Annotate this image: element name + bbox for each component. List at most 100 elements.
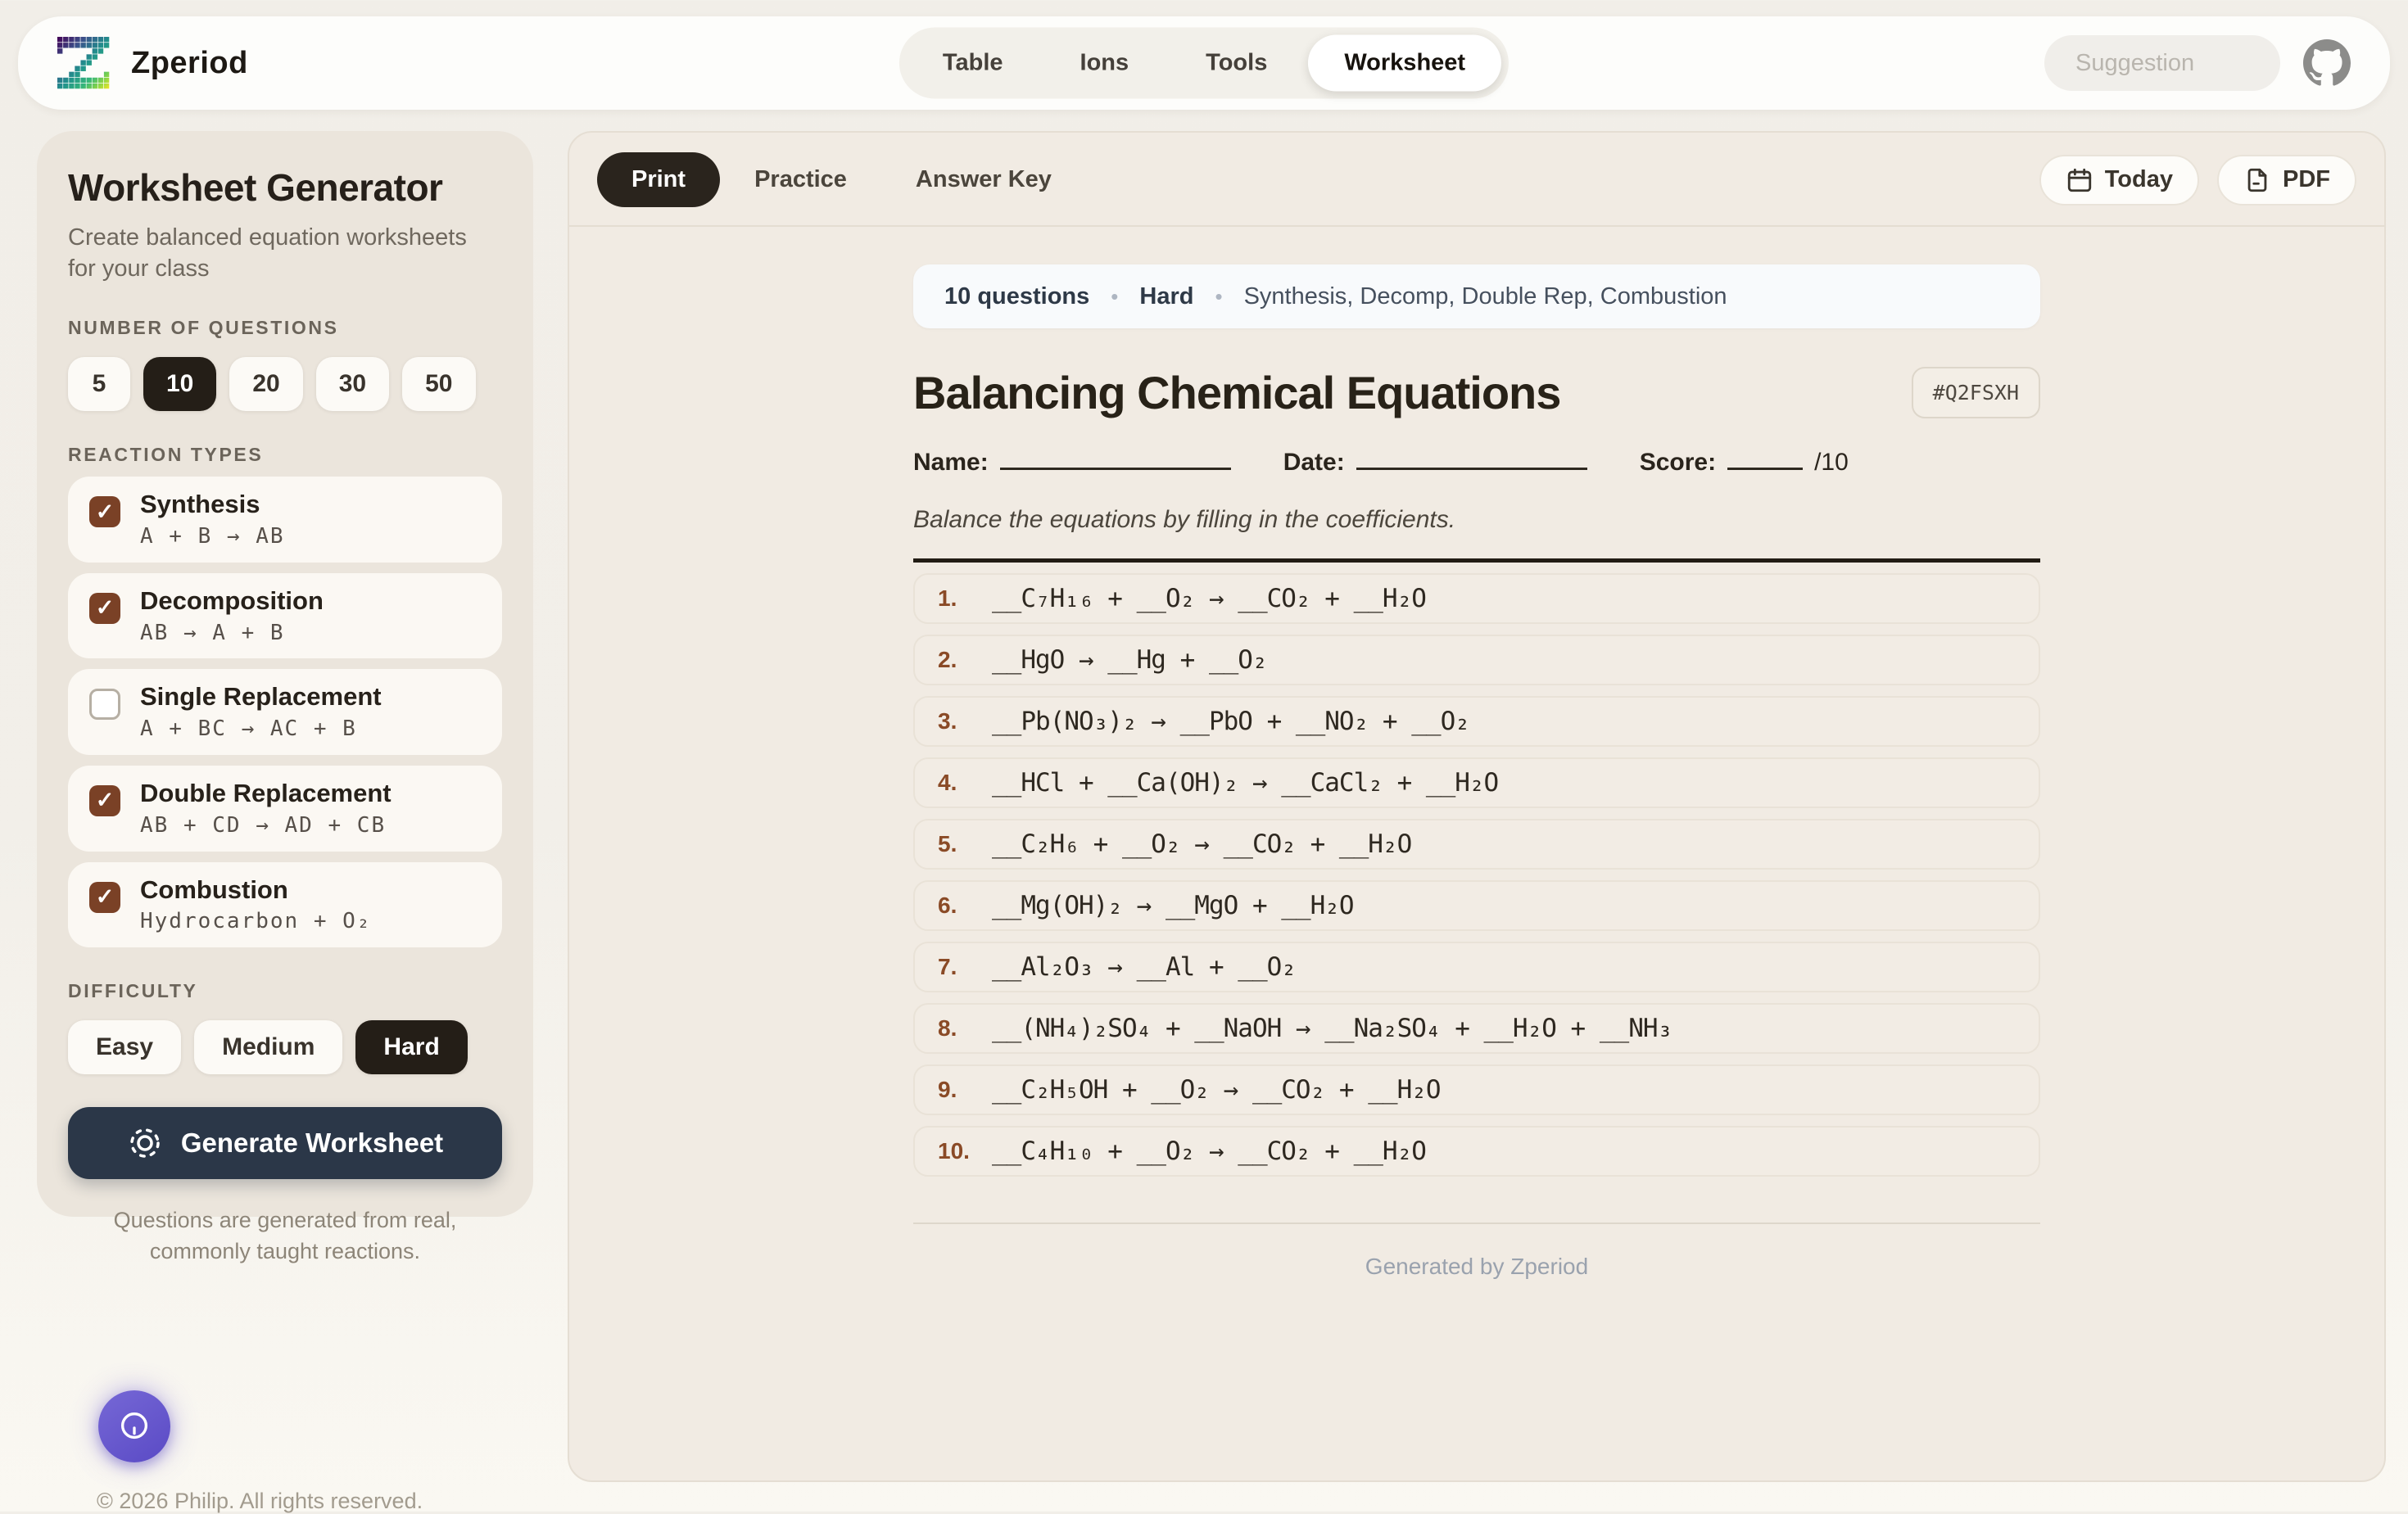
checkbox-checked-icon[interactable]: ✓ [89,496,120,527]
reaction-formula: AB + CD → AD + CB [140,814,392,838]
summary-question-count: 10 questions [944,283,1089,310]
reaction-name: Synthesis [140,490,285,519]
equation-text: __Pb(NO₃)₂ → __PbO + __NO₂ + __O₂ [992,707,1469,736]
question-count-10[interactable]: 10 [143,357,216,411]
equation-row: 8. __(NH₄)₂SO₄ + __NaOH → __Na₂SO₄ + __H… [913,1003,2040,1054]
name-blank-line [1000,445,1231,470]
reaction-formula: AB → A + B [140,621,324,646]
checkbox-checked-icon[interactable]: ✓ [89,785,120,816]
questions-section-label: NUMBER OF QUESTIONS [68,317,502,339]
copyright-text: © 2026 Philip. All rights reserved. [97,1489,423,1514]
suggestion-input[interactable] [2044,35,2280,91]
sidebar-note: Questions are generated from real, commo… [68,1205,502,1268]
worksheet-sheet: 10 questions • Hard • Synthesis, Decomp,… [913,264,2040,1280]
checkbox-unchecked-icon[interactable] [89,689,120,720]
question-count-30[interactable]: 30 [316,357,389,411]
date-blank-line [1356,445,1587,470]
reaction-type-combustion[interactable]: ✓ Combustion Hydrocarbon + O₂ [68,862,502,948]
equation-number: 3. [938,708,992,734]
reaction-name: Decomposition [140,586,324,616]
equation-row: 4. __HCl + __Ca(OH)₂ → __CaCl₂ + __H₂O [913,757,2040,808]
equation-row: 2. __HgO → __Hg + __O₂ [913,635,2040,685]
equation-row: 1. __C₇H₁₆ + __O₂ → __CO₂ + __H₂O [913,573,2040,624]
generate-worksheet-label: Generate Worksheet [181,1128,443,1159]
difficulty-medium[interactable]: Medium [194,1020,342,1074]
github-link[interactable] [2303,39,2351,87]
checkbox-checked-icon[interactable]: ✓ [89,882,120,913]
equation-number: 4. [938,770,992,796]
panel-actions: Today PDF [2039,155,2356,206]
nav-tab-table[interactable]: Table [907,35,1039,92]
reaction-name: Combustion [140,875,371,905]
equation-row: 6. __Mg(OH)₂ → __MgO + __H₂O [913,880,2040,931]
equation-text: __C₂H₅OH + __O₂ → __CO₂ + __H₂O [992,1075,1441,1105]
score-blank-line [1727,445,1803,470]
info-floating-button[interactable] [98,1390,170,1462]
name-label: Name: [913,449,989,477]
generate-worksheet-button[interactable]: Generate Worksheet [68,1107,502,1179]
reaction-type-single-replacement[interactable]: Single Replacement A + BC → AC + B [68,669,502,755]
tab-practice[interactable]: Practice [720,152,881,207]
equation-row: 3. __Pb(NO₃)₂ → __PbO + __NO₂ + __O₂ [913,696,2040,747]
reaction-formula: A + B → AB [140,525,285,549]
difficulty-easy[interactable]: Easy [68,1020,181,1074]
difficulty-options: Easy Medium Hard [68,1020,502,1074]
worksheet-rule [913,558,2040,563]
nav-tab-tools[interactable]: Tools [1170,35,1303,92]
file-document-icon [2243,166,2271,194]
info-icon [115,1408,153,1445]
pdf-label: PDF [2283,166,2330,193]
github-icon [2303,39,2351,87]
today-button[interactable]: Today [2039,155,2199,206]
pdf-button[interactable]: PDF [2217,155,2356,206]
nav-tab-worksheet[interactable]: Worksheet [1308,35,1501,92]
equation-number: 5. [938,831,992,857]
reaction-type-synthesis[interactable]: ✓ Synthesis A + B → AB [68,477,502,563]
sidebar-subtitle: Create balanced equation worksheets for … [68,223,494,284]
reaction-type-decomposition[interactable]: ✓ Decomposition AB → A + B [68,573,502,659]
reaction-type-double-replacement[interactable]: ✓ Double Replacement AB + CD → AD + CB [68,766,502,852]
equation-row: 9. __C₂H₅OH + __O₂ → __CO₂ + __H₂O [913,1064,2040,1115]
dot-separator-icon: • [1215,284,1222,310]
worksheet-meta-row: Name: Date: Score: /10 [913,445,2040,477]
today-label: Today [2105,166,2173,193]
equation-number: 9. [938,1077,992,1103]
question-count-20[interactable]: 20 [229,357,302,411]
zperiod-logo-icon [57,37,110,89]
generated-by-footer: Generated by Zperiod [913,1254,2040,1280]
score-total: /10 [1814,449,1849,477]
reaction-formula: Hydrocarbon + O₂ [140,910,371,934]
equation-row: 5. __C₂H₆ + __O₂ → __CO₂ + __H₂O [913,819,2040,870]
equation-number: 6. [938,893,992,919]
worksheet-instruction: Balance the equations by filling in the … [913,506,2040,534]
panel-divider [569,225,2384,227]
worksheet-summary-bar: 10 questions • Hard • Synthesis, Decomp,… [913,264,2040,328]
worksheet-panel: Print Practice Answer Key Today PDF [568,131,2386,1482]
question-count-50[interactable]: 50 [402,357,475,411]
reaction-name: Single Replacement [140,682,382,712]
tab-answer-key[interactable]: Answer Key [881,152,1086,207]
equation-number: 1. [938,585,992,612]
sheet-footer-divider [913,1222,2040,1224]
reaction-types-section-label: REACTION TYPES [68,444,502,466]
date-label: Date: [1283,449,1345,477]
tab-print[interactable]: Print [597,152,720,207]
sparkle-generate-icon [127,1125,163,1161]
equation-row: 7. __Al₂O₃ → __Al + __O₂ [913,942,2040,992]
dot-separator-icon: • [1111,284,1118,310]
nav-tab-ions[interactable]: Ions [1044,35,1166,92]
summary-difficulty: Hard [1139,283,1193,310]
equation-number: 10. [938,1138,992,1164]
main-nav: Table Ions Tools Worksheet [899,28,1509,99]
panel-tabs-row: Print Practice Answer Key Today PDF [569,133,2384,225]
checkbox-checked-icon[interactable]: ✓ [89,593,120,624]
brand-name: Zperiod [131,46,248,81]
question-count-5[interactable]: 5 [68,357,130,411]
equation-text: __(NH₄)₂SO₄ + __NaOH → __Na₂SO₄ + __H₂O … [992,1014,1672,1043]
reaction-formula: A + BC → AC + B [140,717,382,742]
equation-text: __C₄H₁₀ + __O₂ → __CO₂ + __H₂O [992,1137,1426,1166]
worksheet-title: Balancing Chemical Equations [913,366,1560,419]
calendar-icon [2066,166,2093,194]
difficulty-hard[interactable]: Hard [355,1020,467,1074]
worksheet-title-row: Balancing Chemical Equations #Q2FSXH [913,366,2040,419]
